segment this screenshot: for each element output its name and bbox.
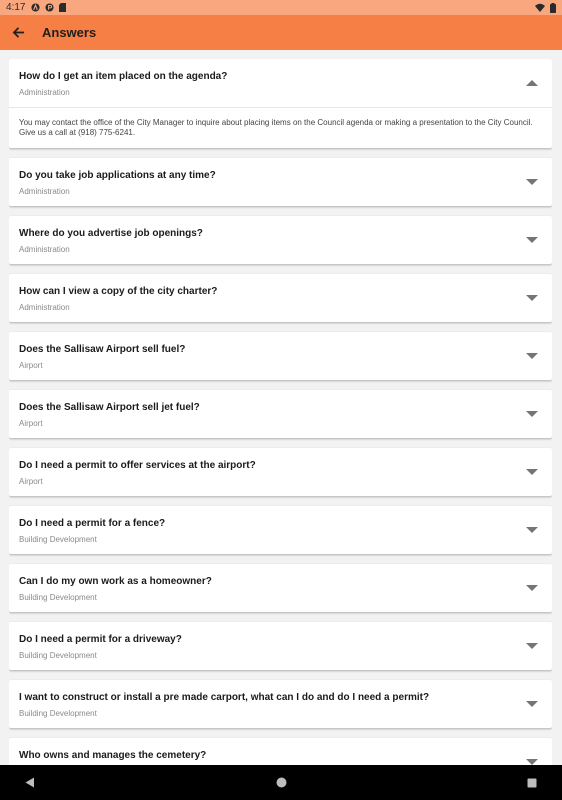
faq-card[interactable]: How do I get an item placed on the agend… (9, 59, 552, 148)
faq-category: Administration (19, 245, 70, 254)
triangle-back-icon (25, 777, 34, 788)
faq-header[interactable]: Do I need a permit for a driveway? Buildi… (9, 622, 552, 670)
chevron-down-icon[interactable] (526, 700, 538, 708)
circle-home-icon (276, 777, 286, 788)
faq-question: Do you take job applications at any time… (19, 170, 216, 181)
page-title: Answers (42, 25, 97, 40)
faq-question: Do I need a permit to offer services at … (19, 460, 256, 471)
chevron-down-icon[interactable] (526, 526, 538, 534)
faq-category: Airport (19, 419, 43, 428)
faq-question: Do I need a permit for a fence? (19, 518, 166, 529)
faq-question: Can I do my own work as a homeowner? (19, 576, 212, 587)
back-button[interactable] (0, 15, 36, 50)
faq-category: Airport (19, 477, 43, 486)
app-bar: Answers (0, 15, 562, 50)
faq-header[interactable]: I want to construct or install a pre mad… (9, 680, 552, 728)
faq-category: Building Development (19, 535, 97, 544)
wifi-icon (535, 3, 545, 12)
chevron-down-icon[interactable] (526, 642, 538, 650)
faq-list[interactable]: How do I get an item placed on the agend… (9, 59, 552, 765)
status-bar: 4:17 (0, 0, 562, 15)
nav-back-button[interactable] (0, 765, 60, 800)
faq-card[interactable]: Does the Sallisaw Airport sell fuel? Airp… (9, 332, 552, 380)
faq-question: Does the Sallisaw Airport sell fuel? (19, 344, 186, 355)
faq-card[interactable]: Do I need a permit for a driveway? Buildi… (9, 622, 552, 670)
square-recents-icon (527, 778, 537, 787)
sd-card-icon (59, 3, 67, 12)
chevron-down-icon[interactable] (526, 468, 538, 476)
faq-header[interactable]: Do I need a permit for a fence? Building … (9, 506, 552, 554)
faq-card[interactable]: Who owns and manages the cemetery? (9, 738, 552, 765)
faq-header[interactable]: Does the Sallisaw Airport sell fuel? Airp… (9, 332, 552, 380)
faq-category: Building Development (19, 651, 97, 660)
chevron-down-icon[interactable] (526, 584, 538, 592)
faq-answer: You may contact the office of the City M… (9, 107, 552, 148)
faq-header[interactable]: Does the Sallisaw Airport sell jet fuel?… (9, 390, 552, 438)
faq-category: Building Development (19, 593, 97, 602)
faq-card[interactable]: Do you take job applications at any time… (9, 158, 552, 206)
faq-category: Administration (19, 88, 70, 97)
faq-question: How can I view a copy of the city charte… (19, 286, 218, 297)
notification-p-icon (45, 3, 55, 12)
faq-header[interactable]: Do I need a permit to offer services at … (9, 448, 552, 496)
faq-card[interactable]: Where do you advertise job openings? Admi… (9, 216, 552, 264)
chevron-down-icon[interactable] (526, 294, 538, 302)
faq-question: Where do you advertise job openings? (19, 228, 203, 239)
faq-header[interactable]: Who owns and manages the cemetery? (9, 738, 552, 765)
nav-recents-button[interactable] (502, 765, 562, 800)
chevron-down-icon[interactable] (526, 352, 538, 360)
faq-category: Airport (19, 361, 43, 370)
faq-header[interactable]: Do you take job applications at any time… (9, 158, 552, 206)
faq-question: Who owns and manages the cemetery? (19, 750, 207, 761)
nav-home-button[interactable] (251, 765, 311, 800)
faq-card[interactable]: How can I view a copy of the city charte… (9, 274, 552, 322)
faq-card[interactable]: Can I do my own work as a homeowner? Buil… (9, 564, 552, 612)
battery-icon (550, 2, 556, 13)
faq-card[interactable]: Does the Sallisaw Airport sell jet fuel?… (9, 390, 552, 438)
faq-header[interactable]: How do I get an item placed on the agend… (9, 59, 552, 107)
faq-card[interactable]: Do I need a permit to offer services at … (9, 448, 552, 496)
chevron-down-icon[interactable] (526, 178, 538, 186)
chevron-down-icon[interactable] (526, 410, 538, 418)
faq-card[interactable]: Do I need a permit for a fence? Building … (9, 506, 552, 554)
chevron-up-icon[interactable] (526, 79, 538, 87)
faq-question: Does the Sallisaw Airport sell jet fuel? (19, 402, 200, 413)
faq-question: I want to construct or install a pre mad… (19, 692, 430, 703)
faq-category: Administration (19, 187, 70, 196)
arrow-left-icon (12, 27, 24, 38)
notification-a-icon (31, 3, 41, 12)
chevron-down-icon[interactable] (526, 236, 538, 244)
status-time: 4:17 (6, 2, 26, 13)
faq-category: Building Development (19, 709, 97, 718)
faq-question: Do I need a permit for a driveway? (19, 634, 182, 645)
faq-header[interactable]: How can I view a copy of the city charte… (9, 274, 552, 322)
navigation-bar (0, 765, 562, 800)
faq-card[interactable]: I want to construct or install a pre mad… (9, 680, 552, 728)
faq-category: Administration (19, 303, 70, 312)
faq-header[interactable]: Where do you advertise job openings? Admi… (9, 216, 552, 264)
faq-header[interactable]: Can I do my own work as a homeowner? Buil… (9, 564, 552, 612)
faq-question: How do I get an item placed on the agend… (19, 71, 228, 82)
chevron-down-icon[interactable] (526, 758, 538, 765)
